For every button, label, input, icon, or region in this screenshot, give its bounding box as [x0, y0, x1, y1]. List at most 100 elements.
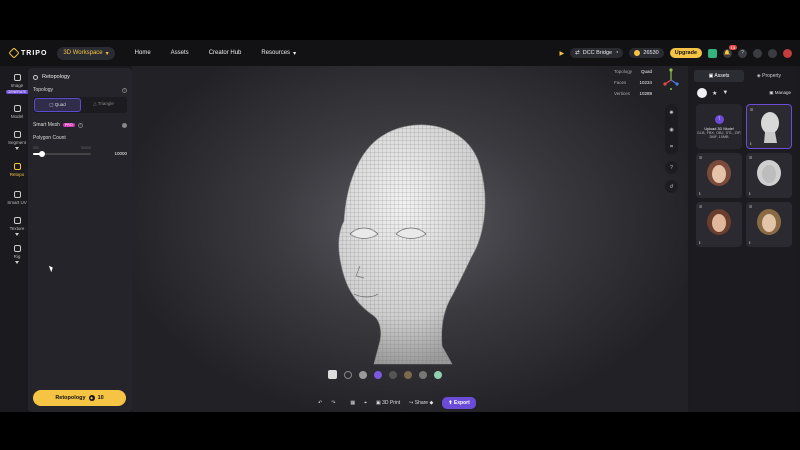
undo-icon[interactable]: ↶ — [318, 400, 322, 406]
camera-icon[interactable]: ◉ — [665, 123, 678, 136]
stat-label: Topology — [614, 69, 633, 74]
smart-mesh-label: Smart Mesh — [33, 122, 60, 128]
manage-button[interactable]: ▣ Manage — [769, 90, 791, 96]
history-icon[interactable]: ↺ — [665, 180, 678, 193]
retopology-cost: 10 — [97, 395, 104, 401]
print-button[interactable]: ▣ 3D Print — [376, 400, 400, 406]
retopology-button-label: Retopology — [55, 395, 86, 401]
export-button[interactable]: ⬆ Export — [442, 397, 476, 409]
polygon-slider[interactable] — [33, 150, 91, 157]
nav-assets[interactable]: Assets — [171, 50, 189, 57]
help-icon[interactable]: ? — [77, 122, 83, 128]
nav-home[interactable]: Home — [135, 50, 151, 57]
bridge-icon: ⇄ — [575, 50, 580, 56]
material-swatch-white[interactable] — [328, 370, 337, 379]
redo-icon[interactable]: ↷ — [331, 400, 335, 406]
tab-assets[interactable]: ▣ Assets — [694, 70, 744, 82]
material-bronze[interactable] — [404, 370, 412, 379]
rail-label: Segment — [7, 139, 26, 145]
3d-viewport[interactable]: Topology Quad Faces 10234 Vertices 10289 ✺ … — [132, 66, 688, 412]
tripo-logo[interactable]: TRIPO — [8, 47, 47, 59]
light-icon[interactable]: ✺ — [665, 106, 678, 119]
slider-knob[interactable] — [38, 150, 45, 157]
material-clay[interactable] — [359, 370, 367, 379]
rail-item-model[interactable]: Model — [6, 98, 28, 126]
help-button[interactable]: ? — [665, 161, 678, 174]
stat-value: 10234 — [639, 80, 652, 85]
gift-icon[interactable] — [753, 48, 762, 58]
asset-thumbnail[interactable]: ⊞ ℹ — [696, 153, 742, 198]
avatar[interactable] — [783, 48, 792, 58]
main-nav: Home Assets Creator Hub Resources ▾ — [135, 50, 296, 57]
rail-label: Retopo — [9, 172, 25, 177]
package-icon[interactable]: ▦ — [350, 400, 355, 406]
smart-mesh-toggle[interactable] — [122, 122, 127, 128]
rail-item-image[interactable]: Image GENERATE — [5, 70, 29, 98]
globe-icon[interactable] — [768, 48, 777, 58]
pro-badge: PRO — [62, 123, 75, 127]
credits-display[interactable]: 26530 — [629, 48, 664, 58]
topology-label: Topology — [33, 87, 54, 93]
scan-icon[interactable]: ⌖ — [364, 400, 367, 406]
info-icon[interactable]: ℹ — [749, 240, 751, 245]
play-icon[interactable]: ▶ — [559, 50, 564, 57]
rail-label: Model — [10, 114, 24, 119]
bell-icon[interactable]: 🔔 13 — [723, 44, 737, 58]
wireframe-icon[interactable] — [344, 370, 352, 379]
rail-item-smart-uv[interactable]: Smart UV — [6, 184, 28, 212]
rail-item-retopo[interactable]: Retopo — [6, 156, 28, 184]
workspace-dropdown[interactable]: 3D Workspace ▾ — [57, 46, 115, 60]
notification-badge: 13 — [728, 44, 737, 50]
asset-thumbnail[interactable]: ⊞ ℹ — [746, 104, 792, 149]
head-mesh-model[interactable] — [322, 116, 502, 366]
upload-model-card[interactable]: ↑ Upload 3D Model GLB, FBX, OBJ, STL, ZI… — [696, 104, 742, 149]
asset-thumbnail[interactable]: ⊞ ℹ — [746, 153, 792, 198]
assets-filter: ★ ▼ ▣ Manage — [697, 88, 791, 98]
retopology-button[interactable]: Retopology ◆ 10 — [33, 390, 126, 406]
grid-filter-icon[interactable] — [697, 88, 707, 98]
share-button[interactable]: ↪ Share ◆ — [409, 400, 433, 406]
info-icon[interactable]: ℹ — [699, 191, 701, 196]
rail-item-segment[interactable]: Segment — [6, 126, 28, 154]
polygon-value[interactable]: 10000 — [114, 151, 127, 156]
stat-vertices: Vertices 10289 — [614, 91, 652, 96]
help-icon[interactable]: ? — [738, 48, 747, 58]
rail-item-rig[interactable]: Rig — [6, 240, 28, 268]
nav-creator-hub[interactable]: Creator Hub — [209, 50, 242, 57]
material-bar — [328, 370, 442, 379]
info-icon[interactable]: ℹ — [750, 141, 752, 146]
material-mint[interactable] — [434, 370, 442, 379]
upgrade-button[interactable]: Upgrade — [669, 48, 702, 58]
asset-thumbnail[interactable]: ⊞ ℹ — [746, 202, 792, 247]
filter-icon[interactable]: ▼ — [722, 90, 728, 96]
dcc-bridge-button[interactable]: ⇄ DCC Bridge ◔ — [570, 48, 624, 58]
info-icon[interactable]: ℹ — [699, 240, 701, 245]
material-dark[interactable] — [389, 370, 397, 379]
mode-quad-button[interactable]: ▢ Quad — [34, 98, 81, 112]
stat-value: Quad — [640, 69, 652, 74]
material-gray[interactable] — [419, 370, 427, 379]
asset-grid: ↑ Upload 3D Model GLB, FBX, OBJ, STL, ZI… — [696, 104, 792, 247]
view-tool-group: ✺ ◉ ⌗ — [665, 104, 678, 155]
tab-property[interactable]: ◈ Property — [744, 70, 794, 82]
crop-icon[interactable]: ⌗ — [665, 140, 678, 153]
asset-thumbnail[interactable]: ⊞ ℹ — [696, 202, 742, 247]
nav-resources[interactable]: Resources ▾ — [261, 50, 296, 57]
mode-triangle-button[interactable]: △ Triangle — [81, 98, 126, 112]
segment-icon — [13, 130, 21, 138]
info-icon[interactable]: ℹ — [749, 191, 751, 196]
axis-gizmo-icon[interactable] — [662, 68, 680, 90]
grid-icon: ⊞ — [699, 155, 703, 160]
star-icon[interactable]: ★ — [712, 90, 717, 97]
generate-tag: GENERATE — [5, 90, 29, 94]
export-label: Export — [453, 400, 470, 406]
app-window: TRIPO 3D Workspace ▾ Home Assets Creator… — [0, 40, 800, 412]
material-rainbow[interactable] — [374, 370, 382, 379]
rail-item-texture[interactable]: Texture — [6, 212, 28, 240]
model-icon — [13, 105, 21, 112]
action-bar: ↶ ↷ ▦ ⌖ ▣ 3D Print ↪ Share ◆ ⬆ Export — [318, 397, 476, 409]
discord-icon[interactable] — [708, 48, 717, 58]
chevron-down-icon: ▾ — [293, 50, 297, 57]
help-icon[interactable]: ? — [122, 87, 127, 93]
retopology-panel: Retopology Topology ? ▢ Quad △ Triangle … — [28, 68, 132, 412]
